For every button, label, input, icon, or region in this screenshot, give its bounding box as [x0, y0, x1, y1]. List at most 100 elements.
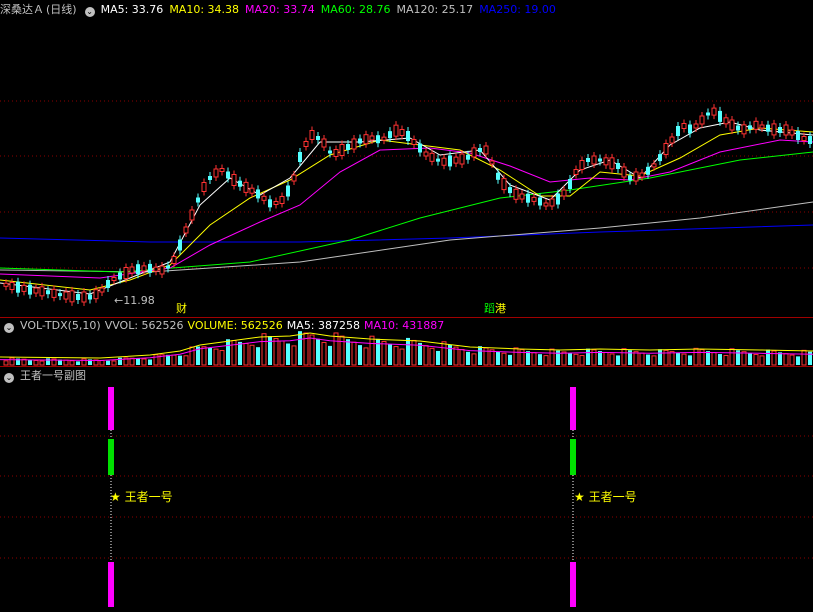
volume-bar [651, 355, 657, 366]
volume-bar [393, 346, 399, 366]
volume-bar [508, 354, 512, 365]
volume-bar [441, 341, 447, 366]
candle-body [201, 182, 207, 192]
price-chart[interactable] [0, 0, 813, 318]
volume-bar [111, 360, 117, 366]
candle-body [556, 193, 560, 205]
candle-body [153, 266, 159, 272]
volume-bar [256, 347, 260, 365]
candle-body [639, 172, 645, 178]
candle-body [693, 123, 699, 129]
volume-bar [639, 352, 645, 366]
volume-bar [321, 341, 327, 366]
volume-bar [291, 345, 297, 366]
candle-body [141, 265, 147, 272]
volume-bar [573, 353, 579, 366]
candle-body [16, 281, 20, 293]
volume-bar [63, 359, 69, 366]
signal-bar [108, 387, 114, 430]
candle-body [591, 155, 597, 165]
signal-label[interactable]: ★ 王者一号 [110, 488, 173, 505]
volume-bar [598, 351, 602, 365]
candle-body [256, 189, 260, 199]
candle-body [226, 171, 230, 179]
candle-body [526, 193, 530, 203]
candle-body [538, 197, 542, 206]
candle-body [51, 288, 57, 298]
candle-body [459, 153, 465, 165]
volume-bar [39, 360, 45, 366]
signal-label[interactable]: ★ 王者一号 [574, 488, 637, 505]
volume-bar [309, 334, 315, 366]
volume-bar [549, 348, 555, 366]
candle-body [586, 158, 590, 162]
ma-line [0, 224, 813, 243]
volume-chart[interactable] [0, 317, 813, 367]
volume-bar [741, 351, 747, 366]
volume-bar [448, 344, 452, 365]
star-icon: ★ [574, 490, 585, 504]
volume-bar [286, 343, 290, 365]
volume-bar [261, 333, 267, 366]
volume-bar [471, 353, 477, 366]
candle-body [261, 195, 267, 201]
candle-body [28, 284, 32, 295]
candle-body [753, 120, 759, 130]
volume-bar [609, 353, 615, 366]
candle-body [789, 129, 795, 136]
candle-body [676, 126, 680, 136]
candle-body [598, 158, 602, 162]
star-icon: ★ [110, 490, 121, 504]
volume-bar [141, 358, 147, 366]
candle-body [171, 256, 177, 264]
candle-body [579, 160, 585, 170]
candle-body [111, 277, 117, 281]
candle-body [316, 136, 320, 140]
candle-body [453, 156, 459, 164]
volume-bar [759, 355, 765, 366]
volume-bar [483, 347, 489, 366]
candle-body [81, 291, 87, 303]
candle-body [808, 136, 812, 144]
candle-body [699, 115, 705, 125]
candle-body [436, 158, 440, 162]
candle-body [568, 179, 572, 189]
volume-bar [526, 351, 530, 365]
volume-bar [219, 350, 225, 366]
candle-body [268, 199, 272, 208]
volume-bar [561, 351, 567, 366]
candle-body [513, 188, 519, 200]
volume-bar [358, 345, 362, 365]
volume-bar [279, 340, 285, 366]
volume-bar [183, 355, 189, 366]
candle-body [706, 112, 710, 116]
candle-body [298, 152, 302, 162]
volume-bar [243, 343, 249, 366]
volume-bar [658, 349, 662, 365]
volume-bar [213, 348, 219, 366]
candle-body [646, 166, 650, 175]
candle-body [429, 152, 435, 162]
marker-luxiang-gang[interactable]: 蹈港 [483, 302, 507, 315]
volume-bar [136, 358, 140, 365]
volume-bar [778, 352, 782, 365]
candle-body [346, 144, 350, 150]
volume-bar [346, 339, 350, 365]
candle-body [633, 171, 639, 182]
volume-bar [388, 344, 392, 365]
volume-bar [729, 348, 735, 366]
volume-bar [399, 348, 405, 366]
candle-body [471, 147, 477, 158]
candle-body [159, 265, 165, 275]
candle-body [616, 163, 620, 169]
candle-body [561, 189, 567, 197]
candle-body [483, 145, 489, 155]
candle-body [93, 289, 99, 300]
candle-body [519, 193, 525, 200]
volume-bar [238, 341, 242, 365]
candle-body [118, 272, 122, 280]
candle-body [783, 124, 789, 136]
marker-cai[interactable]: 财 [175, 302, 188, 315]
volume-bar [81, 358, 87, 366]
candle-body [496, 172, 500, 180]
